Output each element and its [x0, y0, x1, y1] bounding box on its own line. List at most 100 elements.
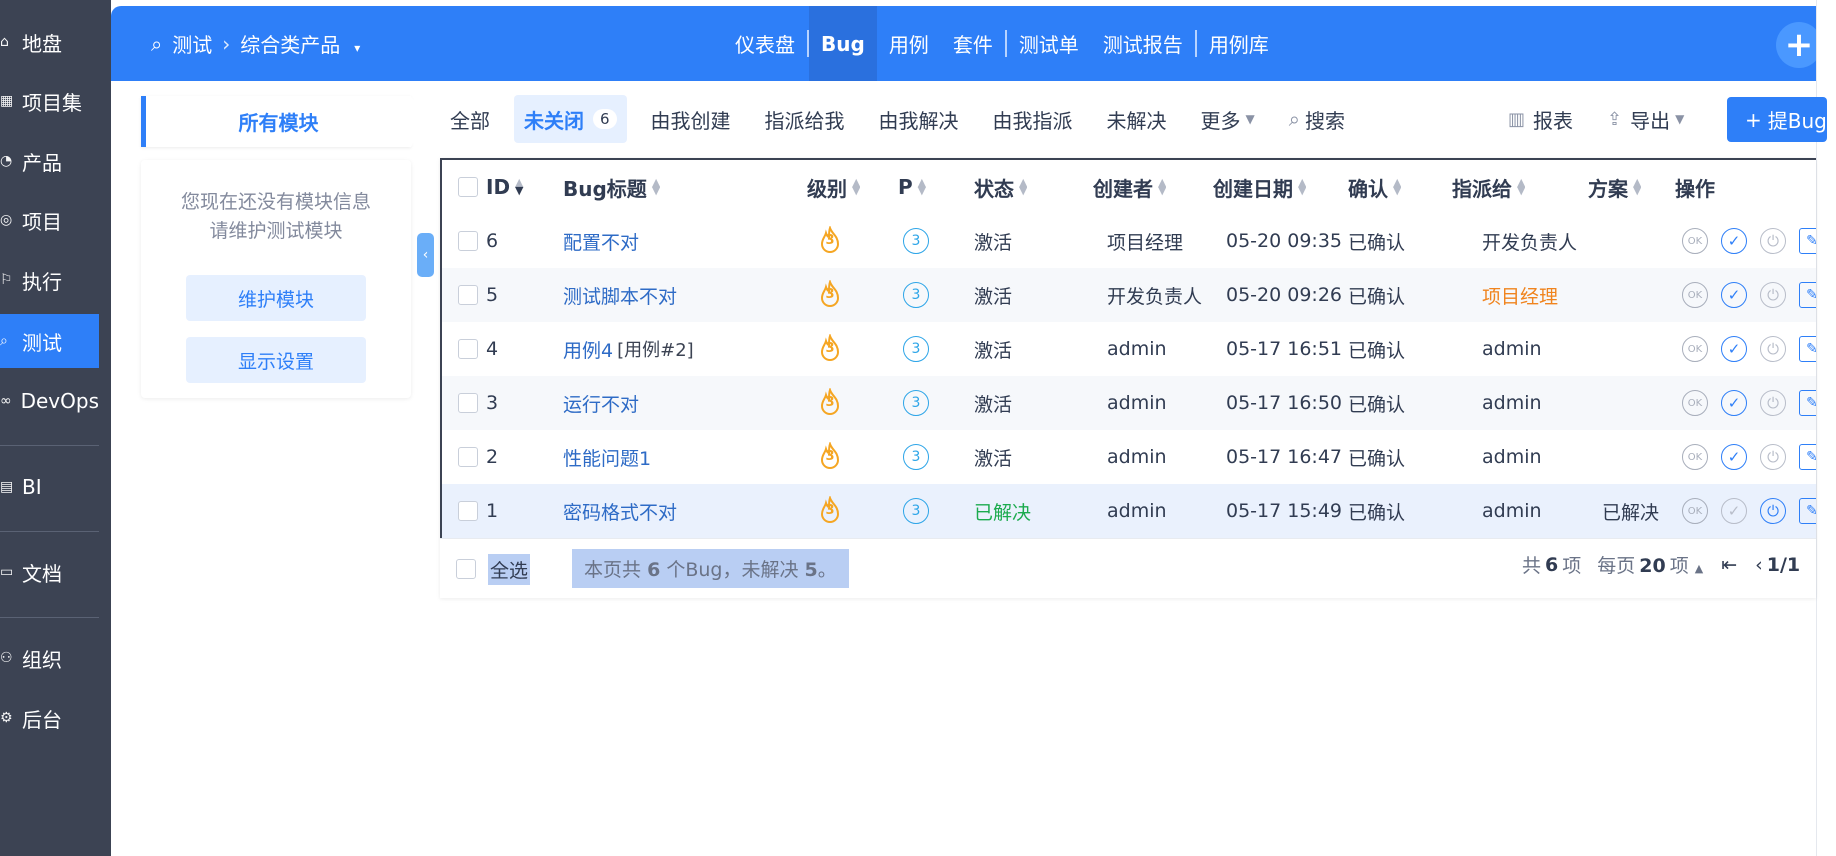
assigned-to[interactable]: admin: [1482, 322, 1580, 376]
edit-icon[interactable]: ✎: [1799, 390, 1816, 416]
maintain-module-button[interactable]: 维护模块: [186, 275, 366, 321]
all-modules-tab[interactable]: 所有模块: [141, 96, 425, 147]
filter-created-by-me[interactable]: 由我创建: [641, 95, 741, 143]
display-settings-button[interactable]: 显示设置: [186, 337, 366, 383]
close-power-icon[interactable]: ⏻: [1760, 336, 1786, 362]
sidebar-item-execution[interactable]: ⚐ 执行: [0, 253, 99, 307]
col-severity[interactable]: 级别 ▲ ▼: [807, 160, 860, 214]
confirm-status: 已确认: [1348, 501, 1406, 524]
close-power-icon[interactable]: ⏻: [1760, 390, 1786, 416]
nav-testtask[interactable]: 测试单: [1007, 6, 1091, 81]
nav-dashboard[interactable]: 仪表盘: [723, 6, 807, 81]
confirm-ok-icon[interactable]: OK: [1682, 390, 1708, 416]
bug-title-link[interactable]: 性能问题1: [563, 444, 651, 471]
select-all-label[interactable]: 全选: [488, 554, 531, 585]
prev-page-button[interactable]: ‹: [1755, 554, 1763, 576]
nav-bug[interactable]: Bug: [809, 6, 877, 81]
bug-title-link[interactable]: 配置不对: [563, 228, 639, 255]
select-all-checkbox[interactable]: [456, 539, 476, 599]
resolve-check-icon[interactable]: ✓: [1721, 228, 1747, 254]
edit-icon[interactable]: ✎: [1799, 498, 1816, 524]
resolve-check-icon[interactable]: ✓: [1721, 498, 1747, 524]
nav-case[interactable]: 用例: [877, 6, 941, 81]
sidebar-item-product[interactable]: ◔ 产品: [0, 134, 99, 188]
submit-bug-button[interactable]: + 提Bug: [1727, 97, 1827, 142]
sidebar-item-bi[interactable]: ▤ BI: [0, 460, 99, 514]
row-checkbox[interactable]: [458, 430, 478, 484]
grid-icon: ▦: [0, 93, 14, 109]
close-power-icon[interactable]: ⏻: [1760, 444, 1786, 470]
bug-title-link[interactable]: 测试脚本不对: [563, 282, 677, 309]
row-checkbox[interactable]: [458, 376, 478, 430]
sidebar-item-program[interactable]: ▦ 项目集: [0, 74, 99, 128]
nav-caselib[interactable]: 用例库: [1197, 6, 1281, 81]
close-power-icon[interactable]: ⏻: [1760, 228, 1786, 254]
col-date[interactable]: 创建日期 ▲ ▼: [1213, 160, 1306, 214]
bug-title-link[interactable]: 运行不对: [563, 390, 639, 417]
assigned-to[interactable]: 项目经理: [1482, 268, 1580, 322]
crumb-test[interactable]: 测试: [172, 29, 212, 58]
edit-icon[interactable]: ✎: [1799, 336, 1816, 362]
report-button[interactable]: ▥ 报表: [1508, 105, 1573, 134]
close-power-icon[interactable]: ⏻: [1760, 282, 1786, 308]
filter-resolved-by-me[interactable]: 由我解决: [869, 95, 969, 143]
filter-all[interactable]: 全部: [440, 95, 500, 143]
sidebar-item-project[interactable]: ◎ 项目: [0, 193, 99, 247]
sidebar-item-devops[interactable]: ∞ DevOps: [0, 374, 99, 428]
row-checkbox[interactable]: [458, 214, 478, 268]
product-switcher[interactable]: 综合类产品 ▾: [240, 29, 370, 58]
resolve-check-icon[interactable]: ✓: [1721, 336, 1747, 362]
col-resolution[interactable]: 方案 ▲ ▼: [1588, 160, 1641, 214]
confirm-ok-icon[interactable]: OK: [1682, 444, 1708, 470]
row-checkbox[interactable]: [458, 322, 478, 376]
edit-icon[interactable]: ✎: [1799, 282, 1816, 308]
confirm-ok-icon[interactable]: OK: [1682, 228, 1708, 254]
col-id[interactable]: ID ▲ ▼: [486, 160, 524, 214]
close-power-icon[interactable]: ⏻: [1760, 498, 1786, 524]
select-all-header-checkbox[interactable]: [458, 160, 478, 214]
filter-assigned-to-me[interactable]: 指派给我: [755, 95, 855, 143]
filter-unresolved[interactable]: 未解决: [1097, 95, 1177, 143]
resolve-check-icon[interactable]: ✓: [1721, 390, 1747, 416]
assigned-to[interactable]: 开发负责人: [1482, 214, 1580, 268]
bug-title-link[interactable]: 用例4: [563, 336, 613, 363]
nav-suite[interactable]: 套件: [941, 6, 1005, 81]
sidebar-item-test[interactable]: ⌕ 测试: [0, 314, 99, 368]
assigned-to[interactable]: admin: [1482, 376, 1580, 430]
assigned-to[interactable]: admin: [1482, 484, 1580, 538]
edit-icon[interactable]: ✎: [1799, 444, 1816, 470]
priority-badge: 3: [903, 336, 929, 362]
sidebar-item-admin[interactable]: ⚙ 后台: [0, 691, 99, 745]
col-creator[interactable]: 创建者 ▲ ▼: [1093, 160, 1166, 214]
sidebar-collapse-handle[interactable]: ‹: [417, 233, 434, 277]
sidebar-item-org[interactable]: ⚇ 组织: [0, 631, 99, 685]
filter-unclosed[interactable]: 未关闭 6: [514, 95, 627, 143]
nav-report[interactable]: 测试报告: [1091, 6, 1195, 81]
assigned-to[interactable]: admin: [1482, 430, 1580, 484]
filter-assigned-by-me[interactable]: 由我指派: [983, 95, 1083, 143]
resolve-check-icon[interactable]: ✓: [1721, 282, 1747, 308]
row-checkbox[interactable]: [458, 268, 478, 322]
search-toggle[interactable]: ⌕ 搜索: [1279, 95, 1355, 143]
edit-icon[interactable]: ✎: [1799, 228, 1816, 254]
severity-cell: 3: [815, 214, 845, 268]
sidebar-item-doc[interactable]: ▭ 文档: [0, 545, 99, 599]
confirm-ok-icon[interactable]: OK: [1682, 336, 1708, 362]
resolve-check-icon[interactable]: ✓: [1721, 444, 1747, 470]
col-pri[interactable]: P ▲ ▼: [898, 160, 926, 214]
col-assigned[interactable]: 指派给 ▲ ▼: [1452, 160, 1525, 214]
per-page-dropdown[interactable]: 每页 20 项 ▲: [1597, 551, 1703, 578]
bug-id: 2: [486, 446, 499, 468]
col-status[interactable]: 状态 ▲ ▼: [974, 160, 1027, 214]
filter-more-dropdown[interactable]: 更多 ▼: [1191, 95, 1265, 143]
bug-case-tag[interactable]: [用例#2]: [617, 336, 694, 362]
col-confirm[interactable]: 确认 ▲ ▼: [1348, 160, 1401, 214]
sidebar-item-home[interactable]: ⌂ 地盘: [0, 15, 99, 69]
confirm-ok-icon[interactable]: OK: [1682, 282, 1708, 308]
export-dropdown[interactable]: ⇪ 导出 ▼: [1607, 105, 1684, 134]
bug-title-link[interactable]: 密码格式不对: [563, 498, 677, 525]
confirm-ok-icon[interactable]: OK: [1682, 498, 1708, 524]
row-checkbox[interactable]: [458, 484, 478, 538]
col-title[interactable]: Bug标题 ▲ ▼: [563, 160, 660, 214]
first-page-button[interactable]: ⇤: [1721, 554, 1737, 576]
